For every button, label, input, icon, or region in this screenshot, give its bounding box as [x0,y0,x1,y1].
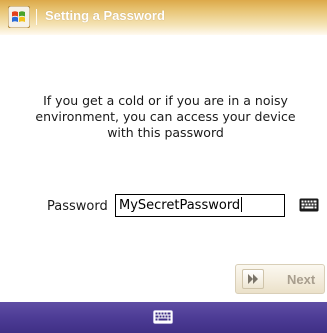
screen: Setting a Password If you get a cold or … [0,0,327,333]
bottom-menu-bar [0,302,327,333]
window-title: Setting a Password [45,8,165,23]
next-button[interactable]: Next [235,264,325,294]
double-arrow-right-icon [248,274,258,284]
windows-flag-icon[interactable] [8,6,30,28]
keyboard-icon[interactable] [299,198,319,212]
password-label: Password [47,199,108,214]
keyboard-icon[interactable] [153,310,173,324]
next-arrow-box [242,269,264,289]
instruction-text: If you get a cold or if you are in a noi… [35,93,296,140]
title-bar: Setting a Password [0,0,327,35]
password-value: MySecretPassword [119,198,241,213]
next-button-label: Next [287,272,316,287]
text-caret [241,197,243,212]
password-input[interactable]: MySecretPassword [115,194,285,217]
title-separator [36,9,37,25]
